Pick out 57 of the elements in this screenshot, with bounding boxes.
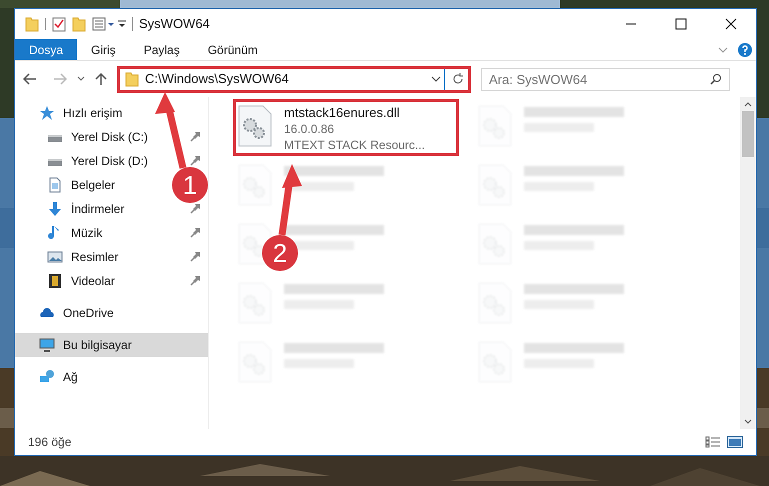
- window-title: SysWOW64: [139, 15, 210, 34]
- ribbon-tab[interactable]: Dosya: [15, 39, 78, 60]
- file-name: mtstack16enures.dll: [284, 105, 401, 121]
- document-icon: [47, 177, 63, 193]
- scroll-up-icon[interactable]: [744, 101, 752, 107]
- step-number-badge: 1: [172, 167, 208, 203]
- sidebar-item[interactable]: Müzik: [47, 224, 102, 242]
- file-version: 16.0.0.86: [284, 121, 336, 137]
- recent-dropdown-icon[interactable]: [77, 76, 85, 82]
- star-icon: [39, 105, 55, 121]
- monitor-icon: [39, 337, 55, 353]
- picture-icon: [47, 249, 63, 265]
- close-icon[interactable]: [725, 18, 737, 30]
- dropdown-icon[interactable]: [118, 19, 126, 29]
- refresh-icon[interactable]: [452, 73, 464, 85]
- thumbnail-view-icon[interactable]: [727, 436, 743, 448]
- checklist-icon[interactable]: [52, 16, 66, 32]
- sidebar-item[interactable]: Yerel Disk (C:): [47, 128, 148, 146]
- sidebar-item[interactable]: OneDrive: [39, 304, 114, 322]
- file-item[interactable]: mtstack16enures.dll 16.0.0.86 MTEXT STACK Resourc...: [233, 99, 459, 156]
- dropdown-icon[interactable]: [431, 75, 441, 83]
- address-bar[interactable]: C:\Windows\SysWOW64: [117, 66, 471, 92]
- folder-icon: [125, 71, 139, 87]
- ribbon-tab[interactable]: Görünüm: [194, 39, 272, 60]
- help-icon[interactable]: [738, 42, 752, 56]
- down-arrow-icon: [47, 201, 63, 217]
- film-icon: [47, 273, 63, 289]
- sidebar-item[interactable]: Belgeler: [47, 176, 116, 194]
- maximize-icon[interactable]: [675, 18, 687, 30]
- search-field[interactable]: Ara: SysWOW64: [481, 68, 730, 90]
- sidebar-item[interactable]: Ağ: [39, 368, 78, 386]
- scrollbar-thumb[interactable]: [742, 111, 754, 157]
- scrollbar[interactable]: [740, 97, 756, 429]
- scroll-down-icon[interactable]: [744, 419, 752, 425]
- item-count: 196 öğe: [28, 434, 72, 451]
- properties-icon[interactable]: [92, 17, 114, 31]
- search-icon: [710, 72, 722, 84]
- step-number-badge: 2: [262, 235, 298, 271]
- details-view-icon[interactable]: [705, 436, 721, 448]
- ribbon-tab[interactable]: Paylaş: [130, 39, 194, 60]
- sidebar-item[interactable]: Hızlı erişim: [39, 104, 122, 122]
- new-folder-icon: [72, 16, 86, 32]
- gear-file-icon: [238, 105, 272, 147]
- back-icon[interactable]: [23, 73, 37, 85]
- file-description: MTEXT STACK Resourc...: [284, 137, 425, 153]
- sidebar-item[interactable]: Bu bilgisayar: [39, 336, 132, 354]
- arrow: [278, 164, 302, 236]
- up-icon[interactable]: [95, 72, 107, 86]
- sidebar-item[interactable]: Resimler: [47, 248, 118, 266]
- sidebar-item[interactable]: Videolar: [47, 272, 115, 290]
- network-icon: [39, 369, 55, 385]
- folder-icon: [25, 16, 39, 32]
- ribbon-tab[interactable]: Giriş: [77, 39, 130, 60]
- sidebar-item[interactable]: İndirmeler: [47, 200, 124, 218]
- chevron-icon[interactable]: [718, 46, 728, 54]
- sidebar-item[interactable]: Yerel Disk (D:): [47, 152, 148, 170]
- address-path: C:\Windows\SysWOW64: [145, 70, 290, 88]
